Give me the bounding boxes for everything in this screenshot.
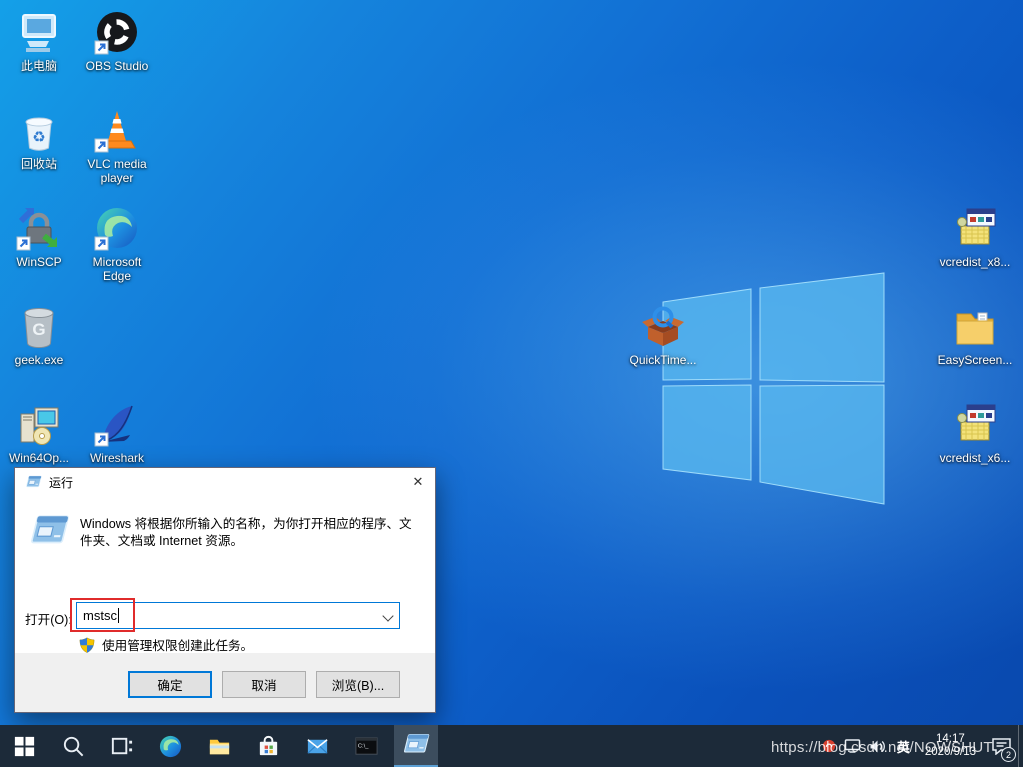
desktop-icon-label: Wireshark [78,451,156,465]
desktop-icon-label: EasyScreen... [936,353,1014,367]
run-dialog-titlebar[interactable]: 运行 ✕ [15,468,435,496]
search-icon [61,734,86,759]
mail-icon [305,734,330,759]
wireshark-icon [94,402,140,448]
desktop-icon-easyscreen[interactable]: EasyScreen... [936,300,1014,367]
vcredist-installer-icon [952,206,998,252]
taskbar-clock[interactable]: 14:17 2020/9/13 [925,733,976,759]
winscp-icon [16,206,62,252]
desktop-icon-obs-studio[interactable]: OBS Studio [78,6,156,73]
desktop-icon-edge[interactable]: Microsoft Edge [78,202,156,283]
windows-start-icon [12,734,37,759]
run-command-combobox[interactable]: mstsc [76,602,400,629]
svg-text:♻: ♻ [32,129,45,146]
desktop-icon-label: vcredist_x8... [936,255,1014,269]
desktop-icon-wireshark[interactable]: Wireshark [78,398,156,465]
start-button[interactable] [1,725,47,767]
run-icon [402,733,430,757]
red-app-tray-icon[interactable] [822,739,836,753]
run-icon [25,475,42,490]
mail-button[interactable] [294,725,340,767]
chevron-down-icon[interactable] [382,610,393,621]
recycle-bin-icon: ♻ [16,108,62,154]
this-pc-icon [16,10,62,56]
terminal-text: C:\_ [357,743,368,749]
display-tray-icon[interactable] [844,738,861,754]
win64op-installer-icon [16,402,62,448]
run-dialog-button-strip: 确定 取消 浏览(B)... [15,653,435,712]
clock-date: 2020/9/13 [925,746,976,759]
edge-taskbar-button[interactable] [147,725,193,767]
uac-shield-icon [79,637,95,653]
svg-text:G: G [32,320,45,339]
close-icon[interactable]: ✕ [401,469,435,495]
quicktime-installer-icon [640,304,686,350]
store-button[interactable] [245,725,291,767]
terminal-button[interactable]: C:\_ [343,725,389,767]
desktop-icon-vlc[interactable]: VLC media player [78,104,156,185]
clock-time: 14:17 [925,733,976,746]
desktop-icon-geek-exe[interactable]: G geek.exe [0,300,78,367]
vcredist-installer-icon [952,402,998,448]
desktop-icon-vcredist-x8[interactable]: vcredist_x8... [936,202,1014,269]
run-command-input[interactable]: mstsc [83,608,117,623]
search-button[interactable] [50,725,96,767]
text-caret [118,608,119,623]
desktop-icon-label: Microsoft Edge [78,255,156,283]
run-dialog-title: 运行 [49,474,401,491]
desktop-icon-label: vcredist_x6... [936,451,1014,465]
desktop-icon-quicktime[interactable]: QuickTime... [624,300,702,367]
file-explorer-icon [207,734,232,759]
desktop-icon-label: VLC media player [78,157,156,185]
task-view-button[interactable] [98,725,144,767]
taskbar: C:\_ 英 14:17 2020/9/13 2 [0,725,1023,767]
desktop-icon-label: Win64Op... [0,451,78,465]
obs-studio-icon [94,10,140,56]
browse-button[interactable]: 浏览(B)... [316,671,400,698]
easyscreen-folder-icon [952,304,998,350]
desktop-icon-label: geek.exe [0,353,78,367]
system-tray: 英 14:17 2020/9/13 2 [818,725,1023,767]
open-label: 打开(O): [25,609,72,628]
run-dialog-body: Windows 将根据你所输入的名称，为你打开相应的程序、文件夹、文档或 Int… [15,496,435,655]
vlc-icon [94,108,140,154]
admin-note: 使用管理权限创建此任务。 [102,635,253,654]
desktop-icon-label: WinSCP [0,255,78,269]
cancel-button[interactable]: 取消 [222,671,306,698]
desktop-icon-winscp[interactable]: WinSCP [0,202,78,269]
ime-indicator[interactable]: 英 [897,737,910,756]
desktop-icon-label: 回收站 [0,157,78,171]
task-view-icon [109,734,134,759]
desktop-icon-recycle-bin[interactable]: ♻ 回收站 [0,104,78,171]
command-prompt-icon: C:\_ [354,734,379,759]
desktop-icon-label: OBS Studio [78,59,156,73]
geek-exe-icon: G [16,304,62,350]
notification-badge: 2 [1001,747,1016,762]
volume-icon[interactable] [869,739,886,754]
desktop-icon-label: QuickTime... [624,353,702,367]
microsoft-edge-icon [158,734,183,759]
file-explorer-button[interactable] [196,725,242,767]
desktop-icon-vcredist-x6[interactable]: vcredist_x6... [936,398,1014,465]
run-dialog-taskbar-button[interactable] [394,725,438,767]
microsoft-store-icon [256,734,281,759]
desktop-icon-win64op[interactable]: Win64Op... [0,398,78,465]
desktop-icon-label: 此电脑 [0,59,78,73]
run-icon [28,514,70,550]
action-center-button[interactable]: 2 [984,725,1018,767]
run-dialog-description: Windows 将根据你所输入的名称，为你打开相应的程序、文件夹、文档或 Int… [80,516,422,550]
show-desktop-button[interactable] [1018,725,1023,767]
desktop-icon-this-pc[interactable]: 此电脑 [0,6,78,73]
ok-button[interactable]: 确定 [128,671,212,698]
run-dialog-window: 运行 ✕ Windows 将根据你所输入的名称，为你打开相应的程序、文件夹、文档… [14,467,436,713]
microsoft-edge-icon [94,206,140,252]
